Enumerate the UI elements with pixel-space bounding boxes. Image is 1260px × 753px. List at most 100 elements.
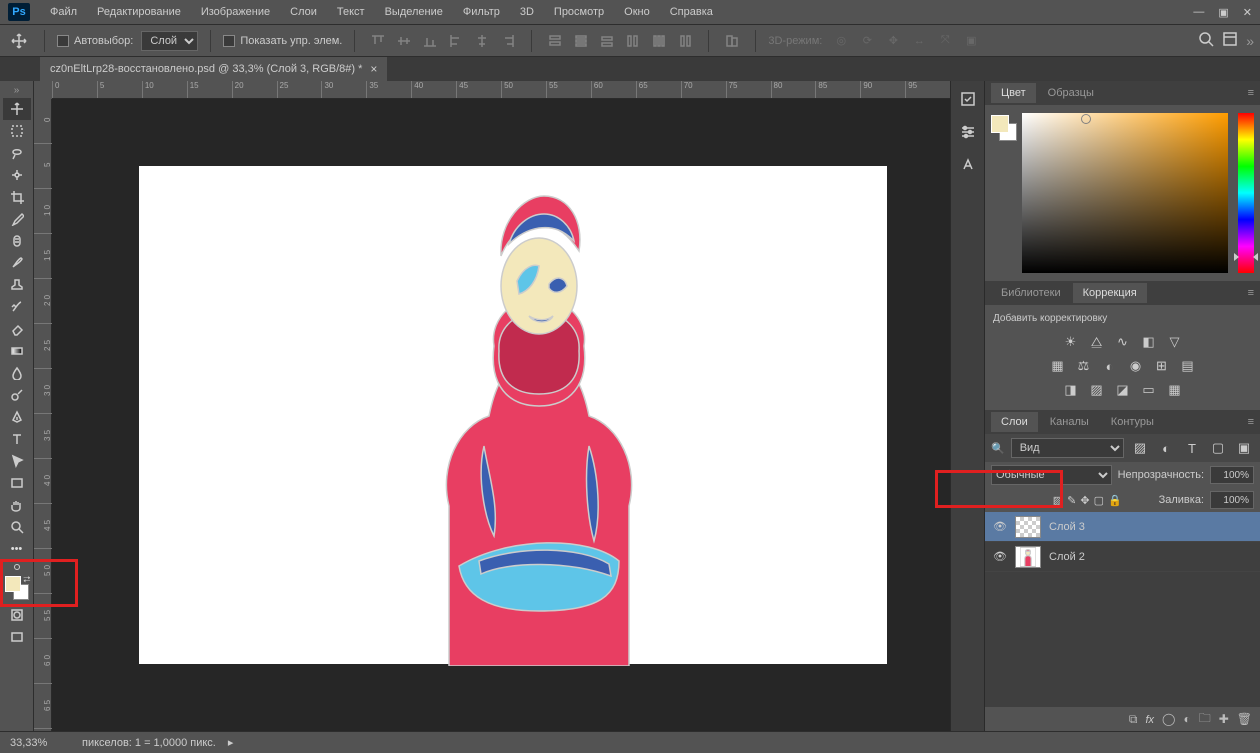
stamp-tool[interactable] [3, 274, 31, 296]
tab-close-icon[interactable]: × [370, 62, 377, 76]
adj-levels-icon[interactable]: ⧋ [1087, 333, 1107, 351]
autoselect-dropdown[interactable]: Слой [141, 31, 198, 51]
zoom-tool[interactable] [3, 516, 31, 538]
document-canvas[interactable] [139, 166, 887, 664]
3d-roll-icon[interactable]: ⟳ [856, 30, 878, 52]
align-hcenter-icon[interactable] [471, 30, 493, 52]
filter-smart-icon[interactable]: ▣ [1234, 439, 1254, 457]
fill-input[interactable] [1210, 491, 1254, 509]
filter-adjust-icon[interactable]: ◐ [1156, 439, 1176, 457]
visibility-icon[interactable]: 👁 [993, 550, 1007, 563]
layer-name[interactable]: Слой 2 [1049, 551, 1085, 563]
layer-thumbnail[interactable] [1015, 516, 1041, 538]
minimize-icon[interactable]: — [1193, 6, 1204, 19]
character-panel-icon[interactable] [960, 157, 976, 176]
adj-brightness-icon[interactable]: ☀ [1061, 333, 1081, 351]
align-bottom-icon[interactable] [419, 30, 441, 52]
color-fg-swatch[interactable] [991, 115, 1009, 133]
adj-vibrance-icon[interactable]: ▽ [1165, 333, 1185, 351]
dist-right-icon[interactable] [674, 30, 696, 52]
hue-slider[interactable] [1238, 113, 1254, 273]
lasso-tool[interactable] [3, 142, 31, 164]
dodge-tool[interactable] [3, 384, 31, 406]
move-tool[interactable] [3, 98, 31, 120]
menu-select[interactable]: Выделение [375, 6, 453, 18]
visibility-icon[interactable]: 👁 [993, 520, 1007, 533]
lock-transparent-icon[interactable]: ▨ [1053, 494, 1063, 507]
arrange-docs-icon[interactable] [1222, 31, 1238, 50]
adj-curves-icon[interactable]: ∿ [1113, 333, 1133, 351]
horizontal-ruler[interactable]: 05101520253035404550556065707580859095 [52, 81, 950, 99]
adj-bw-icon[interactable]: ◐ [1100, 357, 1120, 375]
lock-position-icon[interactable]: ✥ [1080, 494, 1089, 507]
menu-text[interactable]: Текст [327, 6, 375, 18]
panel-menu-icon[interactable]: ≡ [1248, 287, 1254, 299]
tab-libraries[interactable]: Библиотеки [991, 283, 1071, 303]
default-colors-icon[interactable] [14, 564, 20, 570]
rectangle-tool[interactable] [3, 472, 31, 494]
new-group-icon[interactable]: 🗀 [1199, 709, 1211, 730]
tab-color[interactable]: Цвет [991, 83, 1036, 103]
menu-help[interactable]: Справка [660, 6, 723, 18]
hue-cursor-right[interactable] [1253, 253, 1258, 261]
link-layers-icon[interactable]: ⧉ [1129, 712, 1138, 727]
dist-left-icon[interactable] [622, 30, 644, 52]
hue-cursor-left[interactable] [1234, 253, 1239, 261]
quickmask-tool[interactable] [3, 604, 31, 626]
eyedropper-tool[interactable] [3, 208, 31, 230]
autoselect-checkbox[interactable]: Автовыбор: [57, 35, 133, 47]
search-icon[interactable] [1198, 31, 1214, 50]
blend-mode-dropdown[interactable]: Обычные [991, 465, 1112, 485]
tab-adjustments[interactable]: Коррекция [1073, 283, 1147, 303]
toolbox-more-icon[interactable]: ••• [3, 538, 31, 560]
adj-thresh-icon[interactable]: ◪ [1113, 381, 1133, 399]
3d-orbit-icon[interactable]: ◎ [830, 30, 852, 52]
dist-hcenter-icon[interactable] [648, 30, 670, 52]
layer-mask-icon[interactable]: ◯ [1162, 712, 1175, 726]
type-tool[interactable] [3, 428, 31, 450]
opacity-input[interactable] [1210, 466, 1254, 484]
info-flyout-icon[interactable]: ▸ [228, 736, 234, 749]
layer-fx-icon[interactable]: fx [1145, 712, 1154, 726]
screenmode-tool[interactable] [3, 626, 31, 648]
filter-type-icon[interactable]: T [1182, 439, 1202, 457]
menu-image[interactable]: Изображение [191, 6, 280, 18]
menu-3d[interactable]: 3D [510, 6, 544, 18]
tab-swatches[interactable]: Образцы [1038, 83, 1104, 103]
adj-chmix-icon[interactable]: ⊞ [1152, 357, 1172, 375]
color-panel-swatches[interactable] [991, 115, 1016, 141]
canvas-area[interactable]: 05101520253035404550556065707580859095 0… [34, 81, 950, 731]
tab-layers[interactable]: Слои [991, 412, 1038, 432]
adj-invert-icon[interactable]: ◨ [1061, 381, 1081, 399]
close-icon[interactable]: ✕ [1243, 6, 1252, 19]
filter-pixel-icon[interactable]: ▨ [1130, 439, 1150, 457]
panel-menu-icon[interactable]: ≡ [1248, 87, 1254, 99]
panel-menu-icon[interactable]: ≡ [1248, 416, 1254, 428]
align-left-icon[interactable] [445, 30, 467, 52]
delete-layer-icon[interactable]: 🗑 [1237, 712, 1252, 726]
document-tab[interactable]: cz0nEltLrp28-восстановлено.psd @ 33,3% (… [40, 57, 387, 81]
3d-camera-icon[interactable]: ▣ [960, 30, 982, 52]
history-brush-tool[interactable] [3, 296, 31, 318]
eraser-tool[interactable] [3, 318, 31, 340]
tab-channels[interactable]: Каналы [1040, 412, 1099, 432]
menu-filter[interactable]: Фильтр [453, 6, 510, 18]
menu-view[interactable]: Просмотр [544, 6, 614, 18]
adj-selcolor-icon[interactable]: ▦ [1165, 381, 1185, 399]
adj-hsl-icon[interactable]: ▦ [1048, 357, 1068, 375]
ruler-origin[interactable] [34, 81, 52, 99]
marquee-tool[interactable] [3, 120, 31, 142]
foreground-swatch[interactable] [5, 576, 21, 592]
history-panel-icon[interactable] [960, 91, 976, 110]
dist-vcenter-icon[interactable] [570, 30, 592, 52]
filter-shape-icon[interactable]: ▢ [1208, 439, 1228, 457]
maximize-icon[interactable]: ▣ [1218, 6, 1228, 19]
pen-tool[interactable] [3, 406, 31, 428]
menu-file[interactable]: Файл [40, 6, 87, 18]
adj-exposure-icon[interactable]: ◧ [1139, 333, 1159, 351]
new-layer-icon[interactable]: ✚ [1219, 712, 1229, 726]
menu-layers[interactable]: Слои [280, 6, 327, 18]
brush-tool[interactable] [3, 252, 31, 274]
lock-pixels-icon[interactable]: ✎ [1067, 494, 1076, 507]
zoom-level[interactable]: 33,33% [10, 737, 70, 749]
